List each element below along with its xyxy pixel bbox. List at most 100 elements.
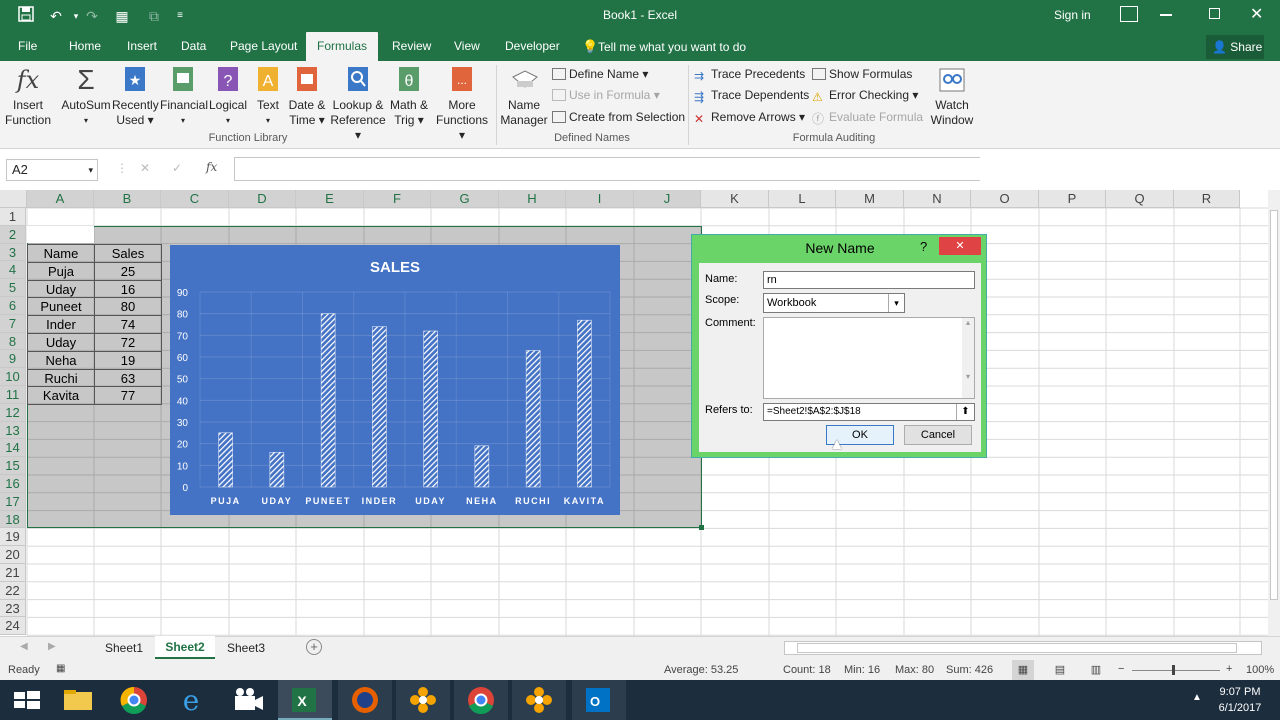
- create-from-selection-button[interactable]: Create from Selection: [552, 107, 685, 127]
- sheet-tab-sheet1[interactable]: Sheet1: [96, 637, 152, 659]
- close-icon[interactable]: ✕: [1250, 4, 1263, 24]
- row-header[interactable]: 11: [0, 386, 26, 404]
- row-header[interactable]: 14: [0, 439, 26, 458]
- help-icon[interactable]: ?: [920, 239, 927, 254]
- zoom-slider-thumb[interactable]: [1172, 665, 1175, 675]
- tab-file[interactable]: File: [10, 32, 45, 61]
- table-cell[interactable]: 72: [94, 333, 162, 352]
- column-header[interactable]: R: [1174, 190, 1240, 208]
- internet-explorer-icon[interactable]: e: [164, 680, 218, 720]
- row-header[interactable]: 3: [0, 243, 26, 262]
- zoom-in-icon[interactable]: +: [1226, 663, 1232, 675]
- define-name-button[interactable]: Define Name ▾: [552, 64, 648, 84]
- firefox-icon[interactable]: [338, 680, 392, 720]
- column-header[interactable]: J: [634, 190, 701, 208]
- column-header[interactable]: B: [94, 190, 161, 208]
- column-header[interactable]: Q: [1106, 190, 1174, 208]
- file-explorer-icon[interactable]: [52, 680, 106, 720]
- borders-icon[interactable]: ▦: [112, 6, 132, 26]
- column-header[interactable]: D: [229, 190, 296, 208]
- show-formulas-button[interactable]: Show Formulas: [812, 64, 912, 84]
- collapse-dialog-icon[interactable]: ⬆: [956, 404, 974, 420]
- redo-icon[interactable]: ↷: [82, 6, 102, 26]
- tab-review[interactable]: Review: [384, 32, 439, 61]
- cancel-button[interactable]: Cancel: [904, 425, 972, 445]
- enter-check-icon[interactable]: ✓: [172, 161, 182, 175]
- table-cell[interactable]: 63: [94, 368, 162, 388]
- column-header[interactable]: C: [161, 190, 229, 208]
- table-cell[interactable]: 16: [94, 279, 162, 299]
- tell-me-box[interactable]: Tell me what you want to do: [598, 40, 746, 54]
- active-cell[interactable]: [27, 226, 94, 243]
- tab-developer[interactable]: Developer: [497, 32, 568, 61]
- save-icon[interactable]: [16, 6, 36, 26]
- row-header[interactable]: 6: [0, 297, 26, 315]
- formula-input[interactable]: [234, 157, 980, 181]
- table-cell[interactable]: 19: [94, 350, 162, 370]
- column-header[interactable]: H: [499, 190, 566, 208]
- tab-home[interactable]: Home: [61, 32, 109, 61]
- math-trig-button[interactable]: θ Math & Trig ▾: [388, 65, 430, 128]
- name-box[interactable]: A2 ▾: [6, 159, 98, 181]
- tab-insert[interactable]: Insert: [119, 32, 165, 61]
- row-header[interactable]: 23: [0, 599, 26, 618]
- normal-view-icon[interactable]: ▦: [1012, 660, 1034, 680]
- table-cell[interactable]: Uday: [27, 333, 95, 352]
- recently-used-button[interactable]: ★ Recently Used ▾: [112, 65, 159, 128]
- row-header[interactable]: 12: [0, 403, 26, 422]
- column-header[interactable]: G: [431, 190, 499, 208]
- horizontal-scrollbar[interactable]: [784, 641, 1262, 655]
- trace-precedents-button[interactable]: ⇉ Trace Precedents: [694, 64, 805, 84]
- macro-record-icon[interactable]: ▦: [56, 663, 65, 674]
- sales-chart[interactable]: SALES 0 10 20 30 40 50 60 70 80 90 PUJA UDAY PUNEET I…: [170, 245, 620, 515]
- sign-in-link[interactable]: Sign in: [1054, 8, 1091, 22]
- restore-icon[interactable]: [1209, 8, 1220, 19]
- column-header[interactable]: O: [971, 190, 1039, 208]
- row-header[interactable]: 2: [0, 225, 26, 244]
- add-sheet-icon[interactable]: +: [306, 639, 322, 655]
- row-header[interactable]: 10: [0, 368, 26, 386]
- select-all-corner[interactable]: [0, 190, 27, 208]
- row-header[interactable]: 9: [0, 350, 26, 369]
- row-header[interactable]: 4: [0, 261, 26, 280]
- page-break-view-icon[interactable]: ▥: [1088, 660, 1104, 680]
- row-header[interactable]: 8: [0, 332, 26, 351]
- logical-button[interactable]: ? Logical ▾: [208, 65, 248, 128]
- name-manager-button[interactable]: Name Manager: [500, 65, 548, 128]
- column-header[interactable]: A: [27, 190, 94, 208]
- video-camera-icon[interactable]: [222, 680, 276, 720]
- page-layout-view-icon[interactable]: ▤: [1052, 660, 1068, 680]
- watch-window-button[interactable]: Watch Window: [928, 65, 976, 128]
- scroll-thumb[interactable]: [1270, 210, 1278, 600]
- table-cell[interactable]: Puja: [27, 261, 95, 281]
- sheet-tab-sheet3[interactable]: Sheet3: [218, 637, 274, 659]
- tab-data[interactable]: Data: [173, 32, 214, 61]
- prev-sheet-icon[interactable]: ◀: [20, 641, 28, 652]
- table-cell[interactable]: Neha: [27, 350, 95, 370]
- table-cell[interactable]: Ruchi: [27, 368, 95, 388]
- row-header[interactable]: 7: [0, 314, 26, 333]
- row-header[interactable]: 19: [0, 528, 26, 547]
- date-time-button[interactable]: Date & Time ▾: [286, 65, 328, 128]
- row-header[interactable]: 13: [0, 421, 26, 440]
- next-sheet-icon[interactable]: ▶: [48, 641, 56, 652]
- scope-select[interactable]: Workbook ▾: [763, 293, 905, 313]
- column-header[interactable]: F: [364, 190, 431, 208]
- clock-time[interactable]: 9:07 PM: [1210, 686, 1270, 698]
- table-cell[interactable]: Inder: [27, 315, 95, 334]
- use-in-formula-button[interactable]: Use in Formula ▾: [552, 85, 660, 105]
- table-header-cell[interactable]: Sales: [94, 244, 162, 263]
- column-header[interactable]: K: [701, 190, 769, 208]
- zoom-level[interactable]: 100%: [1246, 664, 1274, 676]
- column-header[interactable]: L: [769, 190, 836, 208]
- undo-icon[interactable]: ↶: [46, 6, 66, 26]
- row-header[interactable]: 18: [0, 510, 26, 529]
- row-header[interactable]: 22: [0, 581, 26, 600]
- column-header[interactable]: I: [566, 190, 634, 208]
- clock-date[interactable]: 6/1/2017: [1210, 702, 1270, 714]
- tab-page-layout[interactable]: Page Layout: [222, 32, 305, 61]
- vertical-scrollbar[interactable]: [1268, 190, 1280, 636]
- tab-view[interactable]: View: [446, 32, 488, 61]
- table-cell[interactable]: Uday: [27, 279, 95, 299]
- dialog-close-button[interactable]: ✕: [939, 237, 981, 255]
